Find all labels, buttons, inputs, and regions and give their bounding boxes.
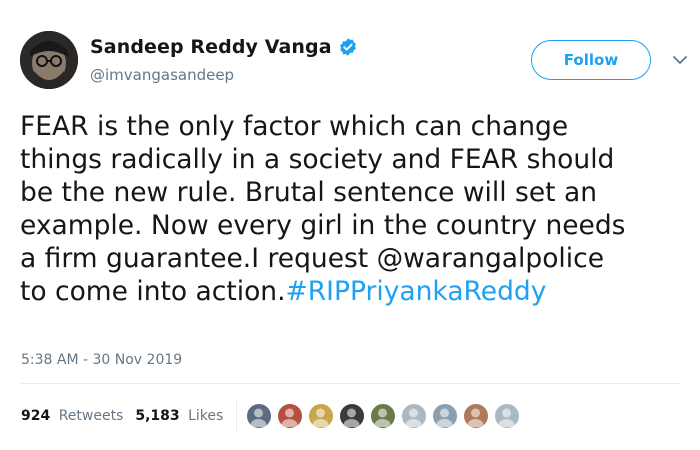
follow-button[interactable]: Follow [531, 40, 651, 80]
retweets-count: 924 [21, 408, 51, 424]
divider [21, 383, 681, 384]
liker-avatar-4[interactable] [339, 403, 365, 429]
liker-avatar-2[interactable] [277, 403, 303, 429]
chevron-down-icon[interactable] [672, 52, 688, 68]
retweets-label: Retweets [58, 408, 124, 424]
tweet-timestamp[interactable]: 5:38 AM - 30 Nov 2019 [21, 352, 182, 368]
tweet-text: FEAR is the only factor which can change… [20, 110, 690, 308]
likes-label: Likes [188, 408, 224, 424]
author-handle[interactable]: @imvangasandeep [90, 66, 234, 84]
liker-avatars [246, 403, 525, 429]
hashtag-link[interactable]: #RIPPriyankaReddy [286, 276, 547, 307]
likes-count: 5,183 [135, 408, 180, 424]
mention-link[interactable]: @warangalpolice [377, 243, 604, 274]
liker-avatar-5[interactable] [370, 403, 396, 429]
tweet-text-part2: to come into action. [20, 276, 286, 307]
liker-avatar-1[interactable] [246, 403, 272, 429]
author-display-name[interactable]: Sandeep Reddy Vanga [90, 36, 332, 58]
tweet-card: Sandeep Reddy Vanga @imvangasandeep Foll… [0, 0, 700, 450]
liker-avatar-3[interactable] [308, 403, 334, 429]
likes-stat[interactable]: 5,183 Likes [135, 408, 223, 424]
liker-avatar-6[interactable] [401, 403, 427, 429]
liker-avatar-9[interactable] [494, 403, 520, 429]
stats-divider [236, 400, 237, 432]
liker-avatar-7[interactable] [432, 403, 458, 429]
author-name-row: Sandeep Reddy Vanga [90, 36, 358, 58]
avatar[interactable] [20, 31, 78, 89]
retweets-stat[interactable]: 924 Retweets [21, 408, 123, 424]
liker-avatar-8[interactable] [463, 403, 489, 429]
tweet-stats: 924 Retweets 5,183 Likes [21, 408, 223, 424]
verified-badge-icon [338, 37, 358, 57]
